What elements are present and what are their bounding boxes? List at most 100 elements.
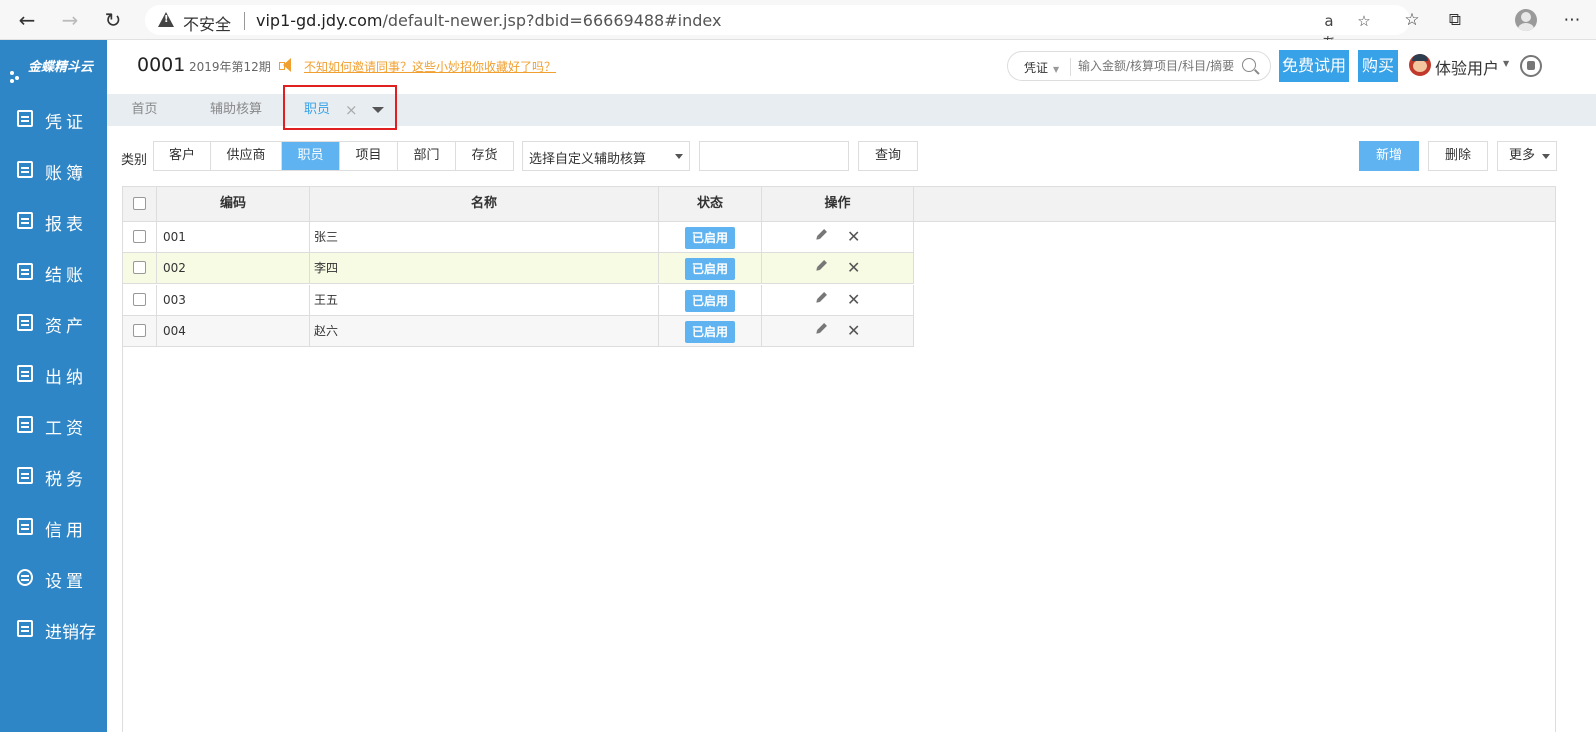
sidebar-item-ledger[interactable]: 账簿 [0,151,107,191]
table-row[interactable]: 002 李四 已启用 ✕ [123,253,914,284]
row-checkbox[interactable] [133,293,146,306]
address-bar[interactable]: 不安全 vip1-gd.jdy.com/default-newer.jsp?db… [145,5,1410,52]
edit-icon[interactable] [817,260,827,270]
status-badge[interactable]: 已启用 [685,227,735,249]
buy-button[interactable]: 购买 [1358,50,1398,82]
more-menu-icon[interactable]: ⋯ [1560,8,1584,32]
sidebar-item-salary[interactable]: 工资 [0,406,107,446]
table-row[interactable]: 004 赵六 已启用 ✕ [123,316,914,347]
search-input[interactable] [1078,59,1238,73]
code-cell: 004 [157,316,310,347]
sidebar-item-label: 工资 [45,419,87,439]
logo[interactable]: 金蝶精斗云 [10,56,93,83]
search-type-label: 凭证 [1024,61,1049,75]
table-row[interactable]: 003 王五 已启用 ✕ [123,285,914,316]
app-settings-icon[interactable] [1520,55,1542,77]
category-supplier[interactable]: 供应商 [211,142,282,170]
status-badge[interactable]: 已启用 [685,258,735,280]
sidebar-item-cashier[interactable]: 出纳 [0,355,107,395]
select-all-cell [123,187,157,221]
actions-cell: ✕ [762,253,914,284]
url-text[interactable]: vip1-gd.jdy.com/default-newer.jsp?dbid=6… [256,11,721,30]
custom-select-label: 选择自定义辅助核算 [529,152,647,167]
refresh-icon[interactable]: ↻ [101,8,125,32]
actions-cell: ✕ [762,285,914,316]
status-badge[interactable]: 已启用 [685,321,735,343]
category-department[interactable]: 部门 [398,142,456,170]
actions-cell: ✕ [762,316,914,347]
profile-icon[interactable] [1515,9,1537,31]
search-type-select[interactable]: 凭证 ▼ [1024,59,1059,76]
cashier-icon [17,365,33,382]
sidebar-item-voucher[interactable]: 凭证 [0,100,107,140]
notice-link[interactable]: 不知如何邀请同事？这些小妙招你收藏好了吗？ [304,58,556,75]
delete-button[interactable]: 删除 [1428,141,1488,171]
category-customer[interactable]: 客户 [154,142,211,170]
delete-icon[interactable]: ✕ [847,291,860,309]
tab-auxiliary[interactable]: 辅助核算 [182,94,290,126]
column-header-name[interactable]: 名称 [310,187,659,221]
delete-icon[interactable]: ✕ [847,228,860,246]
sidebar-item-close-account[interactable]: 结账 [0,253,107,293]
free-trial-button[interactable]: 免费试用 [1279,50,1349,82]
edit-icon[interactable] [817,292,827,302]
user-name[interactable]: 体验用户 [1435,55,1499,79]
asset-icon [17,314,33,331]
query-button[interactable]: 查询 [858,141,918,171]
search-separator [1070,58,1071,76]
row-checkbox[interactable] [133,324,146,337]
back-arrow-icon[interactable]: ← [15,8,39,32]
add-favorite-icon[interactable]: ☆ [1353,10,1375,32]
sidebar-item-label: 出纳 [45,368,87,388]
add-button[interactable]: 新增 [1359,141,1419,171]
sidebar-item-report[interactable]: 报表 [0,202,107,242]
table-row[interactable]: 001 张三 已启用 ✕ [123,222,914,253]
chevron-down-icon [1542,154,1550,159]
sidebar: 金蝶精斗云 凭证 账簿 报表 结账 资产 出纳 工资 税务 信用 设置 进销存 [0,40,107,732]
tab-home[interactable]: 首页 [107,94,182,126]
sidebar-item-settings[interactable]: 设置 [0,559,107,599]
collections-icon[interactable]: ⧉ [1443,8,1467,32]
forward-arrow-icon[interactable]: → [58,8,82,32]
avatar[interactable] [1409,54,1431,76]
category-project[interactable]: 项目 [340,142,398,170]
sidebar-item-inventory[interactable]: 进销存 [0,610,107,650]
settings-icon [17,569,33,586]
salary-icon [17,416,33,433]
read-aloud-icon[interactable]: aあ [1318,10,1340,52]
query-input[interactable] [699,141,849,171]
column-header-status[interactable]: 状态 [659,187,762,221]
row-checkbox[interactable] [133,261,146,274]
select-all-checkbox[interactable] [133,197,146,210]
sidebar-item-credit[interactable]: 信用 [0,508,107,548]
delete-icon[interactable]: ✕ [847,259,860,277]
credit-icon [17,518,33,535]
warning-icon[interactable] [158,12,174,27]
delete-icon[interactable]: ✕ [847,322,860,340]
sidebar-item-tax[interactable]: 税务 [0,457,107,497]
edit-icon[interactable] [817,229,827,239]
category-inventory[interactable]: 存货 [456,142,513,170]
column-header-code[interactable]: 编码 [157,187,310,221]
edit-icon[interactable] [817,323,827,333]
account-code[interactable]: 0001 [137,54,185,76]
category-label: 类别 [121,153,148,168]
row-checkbox[interactable] [133,230,146,243]
status-cell: 已启用 [659,316,762,347]
ledger-icon [17,161,33,178]
sidebar-item-asset[interactable]: 资产 [0,304,107,344]
more-button[interactable]: 更多 [1497,141,1557,171]
search-icon[interactable] [1242,58,1256,72]
row-select-cell [123,222,157,253]
category-employee[interactable]: 职员 [282,142,340,170]
insecure-label[interactable]: 不安全 [183,11,231,35]
status-badge[interactable]: 已启用 [685,290,735,312]
inventory-icon [17,620,33,637]
custom-auxiliary-select[interactable]: 选择自定义辅助核算 [522,141,690,171]
name-cell: 张三 [310,222,659,253]
sidebar-item-label: 资产 [45,317,87,337]
period-label[interactable]: 2019年第12期 [189,58,271,75]
browser-toolbar: ← → ↻ 不安全 vip1-gd.jdy.com/default-newer.… [0,0,1596,52]
favorites-icon[interactable]: ☆ [1400,8,1424,32]
chevron-down-icon[interactable]: ▼ [1503,59,1509,68]
